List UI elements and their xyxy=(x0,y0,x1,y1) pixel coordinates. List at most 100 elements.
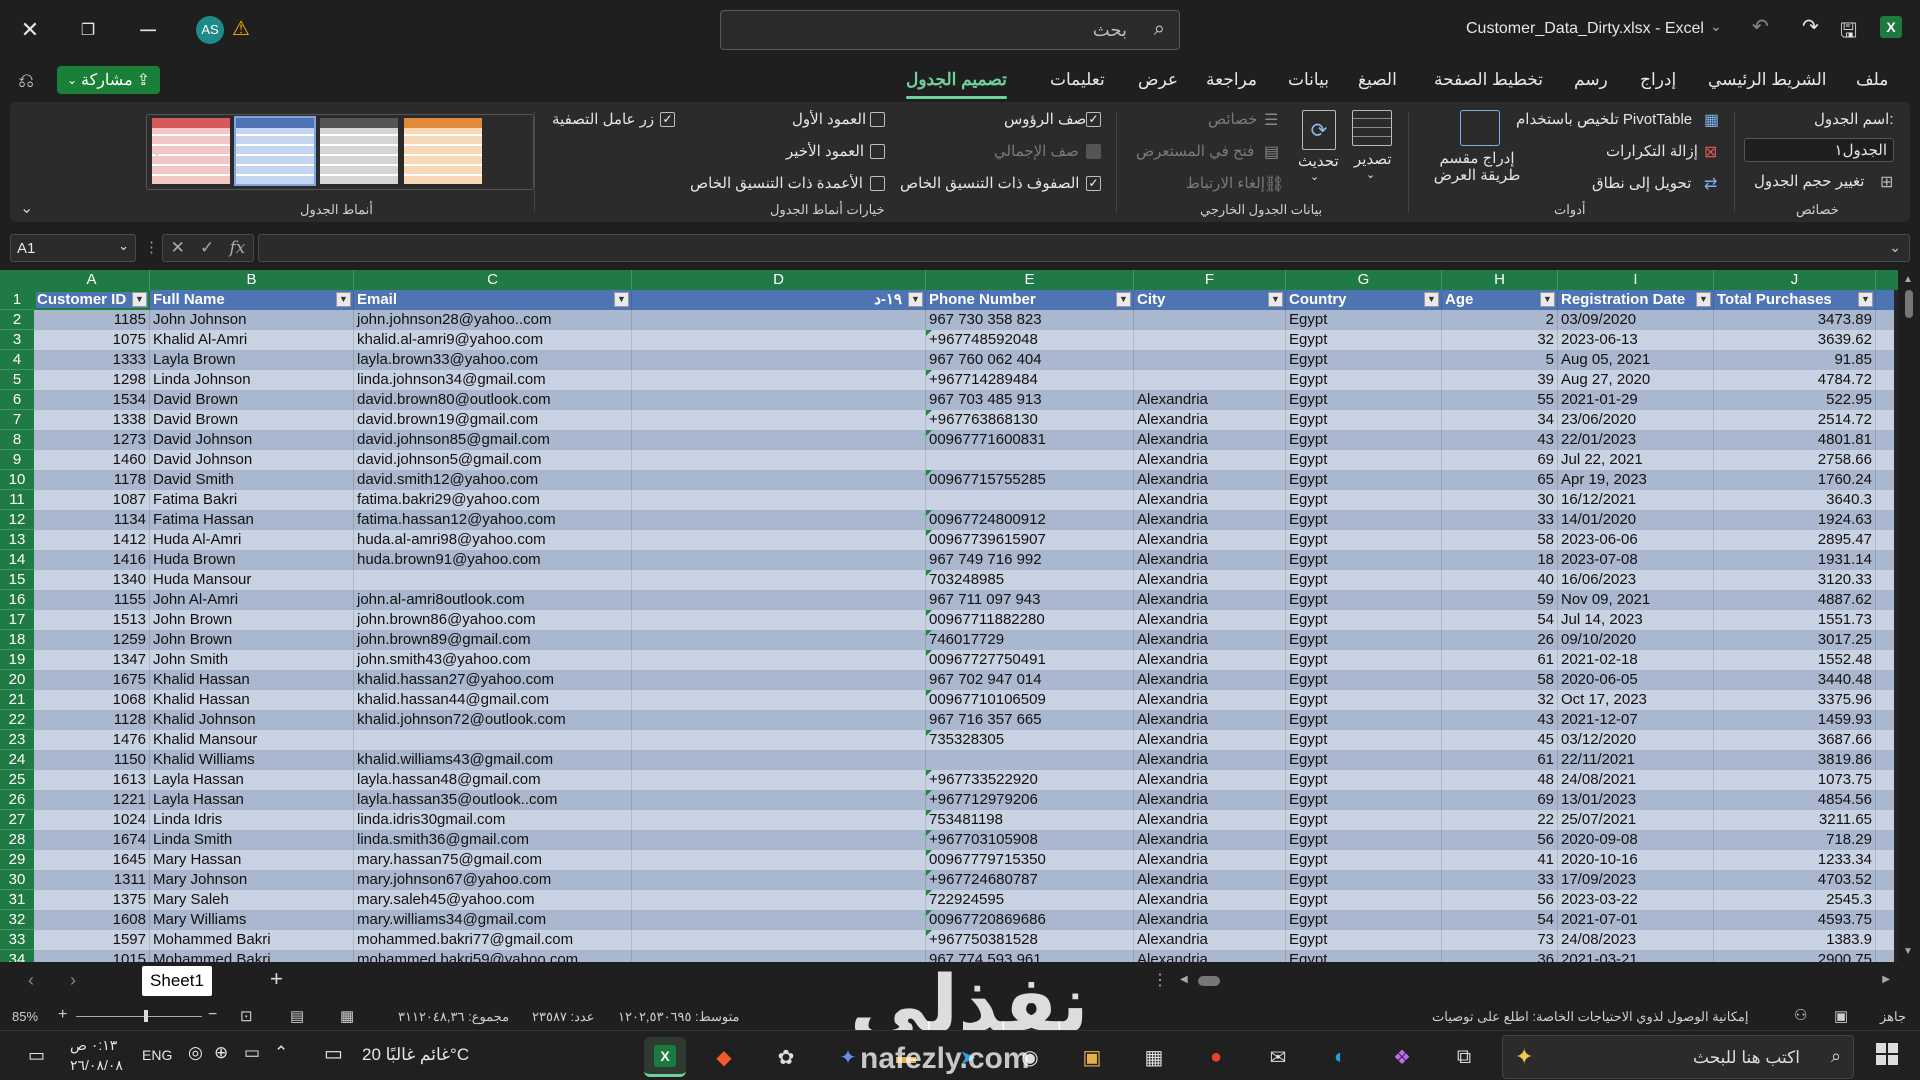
style-swatch-orange[interactable] xyxy=(404,118,482,184)
number-as-text-indicator-icon[interactable] xyxy=(926,690,932,696)
calculator-icon[interactable]: ▦ xyxy=(1138,1041,1170,1073)
banded-rows-checkbox[interactable]: ✓ xyxy=(1086,176,1101,191)
cell[interactable]: Egypt xyxy=(1286,530,1442,550)
cell[interactable]: +967712979206 xyxy=(926,790,1134,810)
windows-start-icon[interactable] xyxy=(1876,1043,1898,1065)
filter-dropdown-icon[interactable]: ▼ xyxy=(132,292,147,307)
cell[interactable]: 1924.63 xyxy=(1714,510,1876,530)
cell[interactable]: 2023-06-13 xyxy=(1558,330,1714,350)
cell[interactable]: khalid.williams43@gmail.com xyxy=(354,750,632,770)
cell[interactable]: +967748592048 xyxy=(926,330,1134,350)
enter-icon[interactable]: ✓ xyxy=(200,238,214,258)
row-header[interactable]: 18 xyxy=(0,630,34,650)
chevron-down-icon[interactable]: ⌄ xyxy=(1710,18,1722,35)
row-header[interactable]: 8 xyxy=(0,430,34,450)
avatar[interactable]: AS xyxy=(196,16,224,44)
cell[interactable]: Jul 22, 2021 xyxy=(1558,450,1714,470)
cell[interactable]: Layla Hassan xyxy=(150,790,354,810)
zoom-level[interactable]: 85% xyxy=(12,1009,38,1024)
column-header-e[interactable]: E xyxy=(926,270,1134,290)
row-header[interactable]: 12 xyxy=(0,510,34,530)
tab-insert[interactable]: إدراج xyxy=(1640,70,1676,90)
cell[interactable] xyxy=(632,370,926,390)
cell[interactable]: John Smith xyxy=(150,650,354,670)
cell[interactable]: 03/09/2020 xyxy=(1558,310,1714,330)
cell[interactable]: Alexandria xyxy=(1134,870,1286,890)
cell[interactable]: 3687.66 xyxy=(1714,730,1876,750)
cell[interactable]: huda.brown91@yahoo.com xyxy=(354,550,632,570)
row-header[interactable]: 2 xyxy=(0,310,34,330)
cell[interactable]: 1134 xyxy=(34,510,150,530)
scroll-down-icon[interactable]: ▼ xyxy=(1903,946,1913,957)
chevron-up-icon[interactable]: ⌃ xyxy=(274,1043,288,1063)
last-column-checkbox[interactable] xyxy=(870,144,885,159)
cell[interactable]: 18 xyxy=(1442,550,1558,570)
tab-table-design[interactable]: تصميم الجدول xyxy=(906,70,1007,99)
cell[interactable]: Egypt xyxy=(1286,890,1442,910)
row-header[interactable]: 33 xyxy=(0,930,34,950)
cell[interactable] xyxy=(1134,330,1286,350)
cell[interactable]: Egypt xyxy=(1286,690,1442,710)
pivot-summarize-button[interactable]: تلخيص باستخدام PivotTable xyxy=(1516,110,1692,128)
cell[interactable]: fatima.bakri29@yahoo.com xyxy=(354,490,632,510)
cell[interactable]: 00967715755285 xyxy=(926,470,1134,490)
cell[interactable] xyxy=(632,790,926,810)
cell[interactable] xyxy=(632,690,926,710)
cell[interactable] xyxy=(632,390,926,410)
cell[interactable]: Egypt xyxy=(1286,570,1442,590)
cell[interactable] xyxy=(632,930,926,950)
number-as-text-indicator-icon[interactable] xyxy=(926,730,932,736)
cell[interactable] xyxy=(354,730,632,750)
cell[interactable]: 40 xyxy=(1442,570,1558,590)
cell[interactable]: 1597 xyxy=(34,930,150,950)
cell[interactable]: 2020-06-05 xyxy=(1558,670,1714,690)
cell[interactable]: Aug 05, 2021 xyxy=(1558,350,1714,370)
row-header[interactable]: 14 xyxy=(0,550,34,570)
cell[interactable]: Alexandria xyxy=(1134,490,1286,510)
zoom-slider-thumb[interactable] xyxy=(144,1010,148,1022)
cell[interactable]: Fatima Bakri xyxy=(150,490,354,510)
cell[interactable]: Oct 17, 2023 xyxy=(1558,690,1714,710)
cell[interactable]: 4784.72 xyxy=(1714,370,1876,390)
cell[interactable]: 1333 xyxy=(34,350,150,370)
cell[interactable] xyxy=(926,490,1134,510)
cell[interactable]: 56 xyxy=(1442,830,1558,850)
cell[interactable]: 1338 xyxy=(34,410,150,430)
cell[interactable]: Egypt xyxy=(1286,350,1442,370)
style-swatch-blue-selected[interactable] xyxy=(234,116,316,186)
cell[interactable]: 00967727750491 xyxy=(926,650,1134,670)
cell[interactable]: 33 xyxy=(1442,510,1558,530)
header-cell[interactable]: ١٩-د ▼ xyxy=(632,290,926,310)
cell[interactable]: Khalid Williams xyxy=(150,750,354,770)
tab-review[interactable]: مراجعة xyxy=(1206,70,1257,90)
cell[interactable]: 1221 xyxy=(34,790,150,810)
row-header[interactable]: 5 xyxy=(0,370,34,390)
cell[interactable]: 69 xyxy=(1442,450,1558,470)
cell[interactable]: Apr 19, 2023 xyxy=(1558,470,1714,490)
cell[interactable]: 58 xyxy=(1442,530,1558,550)
cell[interactable] xyxy=(632,530,926,550)
cell[interactable]: mohammed.bakri59@yahoo.com xyxy=(354,950,632,962)
cell[interactable]: John Al-Amri xyxy=(150,590,354,610)
cell[interactable]: 1551.73 xyxy=(1714,610,1876,630)
cell[interactable]: 2895.47 xyxy=(1714,530,1876,550)
cell[interactable]: Huda Mansour xyxy=(150,570,354,590)
cell[interactable]: Mohammed Bakri xyxy=(150,950,354,962)
export-button[interactable]: تصدير xyxy=(1354,150,1392,168)
cell[interactable]: Egypt xyxy=(1286,550,1442,570)
cell[interactable]: 967 702 947 014 xyxy=(926,670,1134,690)
cell[interactable] xyxy=(632,830,926,850)
cell[interactable]: 967 730 358 823 xyxy=(926,310,1134,330)
cell[interactable]: john.brown86@yahoo.com xyxy=(354,610,632,630)
cell[interactable]: Egypt xyxy=(1286,590,1442,610)
header-cell[interactable]: Total Purchases ▼ xyxy=(1714,290,1876,310)
cell[interactable]: 2758.66 xyxy=(1714,450,1876,470)
zoom-out-icon[interactable]: − xyxy=(208,1006,217,1024)
number-as-text-indicator-icon[interactable] xyxy=(926,910,932,916)
cell[interactable] xyxy=(632,650,926,670)
scroll-left-icon[interactable]: ◀ xyxy=(1180,974,1188,985)
cell[interactable]: 1383.9 xyxy=(1714,930,1876,950)
cell[interactable]: 3017.25 xyxy=(1714,630,1876,650)
cell[interactable]: 54 xyxy=(1442,610,1558,630)
cell[interactable]: 4801.81 xyxy=(1714,430,1876,450)
